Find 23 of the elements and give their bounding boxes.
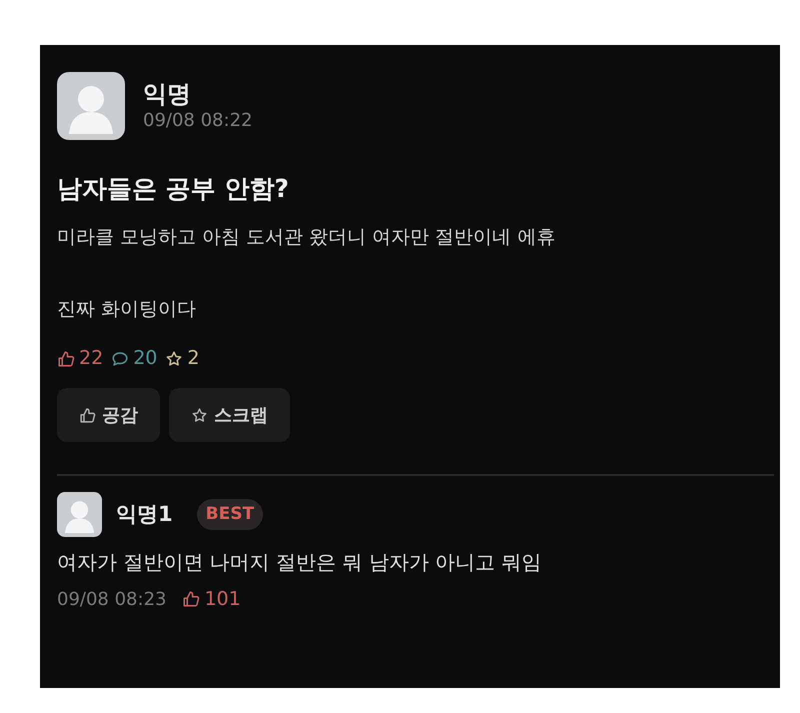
stat-count: 22 [79, 349, 104, 368]
like-button[interactable]: 공감 [57, 388, 160, 442]
avatar-icon [57, 492, 102, 537]
post-title: 남자들은 공부 안함? [57, 176, 290, 201]
best-badge: BEST [196, 498, 264, 530]
scrap-button[interactable]: 스크랩 [169, 388, 290, 442]
comment-time: 09/08 08:23 [57, 588, 166, 612]
like-count: 101 [204, 587, 241, 612]
thumbs-up-icon [79, 406, 96, 424]
avatar-icon [57, 72, 125, 140]
author-name: 익명 [143, 82, 192, 106]
thumbs-up-icon [182, 590, 200, 608]
star-icon [191, 406, 208, 424]
thumbs-up-icon [57, 350, 75, 368]
comment-text: 여자가 절반이면 나머지 절반은 뭐 남자가 아니고 뭐임 [57, 549, 543, 576]
commenter-name: 익명1 [116, 500, 173, 528]
star-icon [165, 350, 184, 368]
post-text: 미라클 모닝하고 아침 도서관 왔더니 여자만 절반이네 에휴 [57, 225, 556, 250]
stat-count: 20 [133, 349, 158, 368]
speech-bubble-icon [111, 350, 130, 368]
post-text: 진짜 화이팅이다 [57, 297, 198, 322]
post-time: 09/08 08:22 [143, 112, 252, 130]
stat-count: 2 [187, 349, 200, 368]
